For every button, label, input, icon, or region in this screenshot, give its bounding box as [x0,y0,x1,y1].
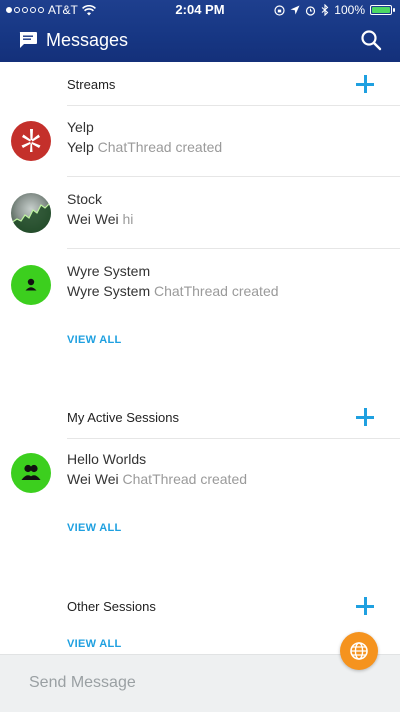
conversation-name: Wyre System [67,263,151,279]
group-icon [11,453,51,493]
preview-sender: Wyre System [67,283,151,299]
alarm-icon [306,5,316,16]
list-item-wyre-system[interactable]: Wyre System Wyre System ChatThread creat… [0,249,400,321]
conversation-preview: Wyre System ChatThread created [67,283,279,299]
top-bar: AT&T 2:04 PM 100% Messages [0,0,400,62]
list-item-yelp[interactable]: Yelp Yelp ChatThread created [0,105,400,177]
rotation-lock-icon [274,4,285,16]
other-sessions-label: Other Sessions [67,599,156,614]
streams-section-header: Streams [67,63,400,106]
streams-label: Streams [67,77,116,92]
globe-icon [350,642,368,660]
conversation-name: Stock [67,191,103,207]
add-other-session-button[interactable] [356,597,374,615]
list-item-hello-worlds[interactable]: Hello Worlds Wei Wei ChatThread created [0,437,400,509]
preview-message: ChatThread created [97,139,223,155]
add-active-session-button[interactable] [356,408,374,426]
page-title: Messages [46,30,129,50]
preview-sender: Wei Wei [67,471,119,487]
person-icon [11,265,51,305]
list-item-stock[interactable]: Stock Wei Wei hi [0,177,400,249]
chat-bubble-icon[interactable] [18,31,38,49]
conversation-preview: Wei Wei hi [67,211,133,227]
send-message-input[interactable]: Send Message [29,674,136,692]
active-sessions-view-all-link[interactable]: VIEW ALL [67,522,122,534]
add-stream-button[interactable] [356,75,374,93]
preview-message: ChatThread created [154,283,279,299]
status-right: 100% [274,0,395,20]
conversation-name: Yelp [67,119,94,135]
other-sessions-section-header: Other Sessions [67,585,400,627]
streams-view-all-link[interactable]: VIEW ALL [67,334,122,346]
conversation-preview: Wei Wei ChatThread created [67,471,247,487]
preview-message: hi [122,211,134,227]
battery-icon [370,5,395,15]
conversation-name: Hello Worlds [67,451,147,467]
location-icon [290,5,300,15]
stock-chart-icon [11,193,51,233]
preview-sender: Wei Wei [67,211,119,227]
bluetooth-icon [321,4,329,16]
active-sessions-label: My Active Sessions [67,410,179,425]
app-header: Messages [0,22,400,62]
globe-button[interactable] [340,632,378,670]
status-bar: AT&T 2:04 PM 100% [0,0,400,20]
search-icon[interactable] [360,29,382,51]
preview-sender: Yelp [67,139,94,155]
battery-percent: 100% [334,3,365,17]
preview-message: ChatThread created [122,471,248,487]
yelp-logo-icon [11,121,51,161]
conversation-preview: Yelp ChatThread created [67,139,222,155]
active-sessions-section-header: My Active Sessions [67,396,400,439]
other-sessions-view-all-link[interactable]: VIEW ALL [67,638,122,650]
message-composer[interactable]: Send Message [0,654,400,712]
